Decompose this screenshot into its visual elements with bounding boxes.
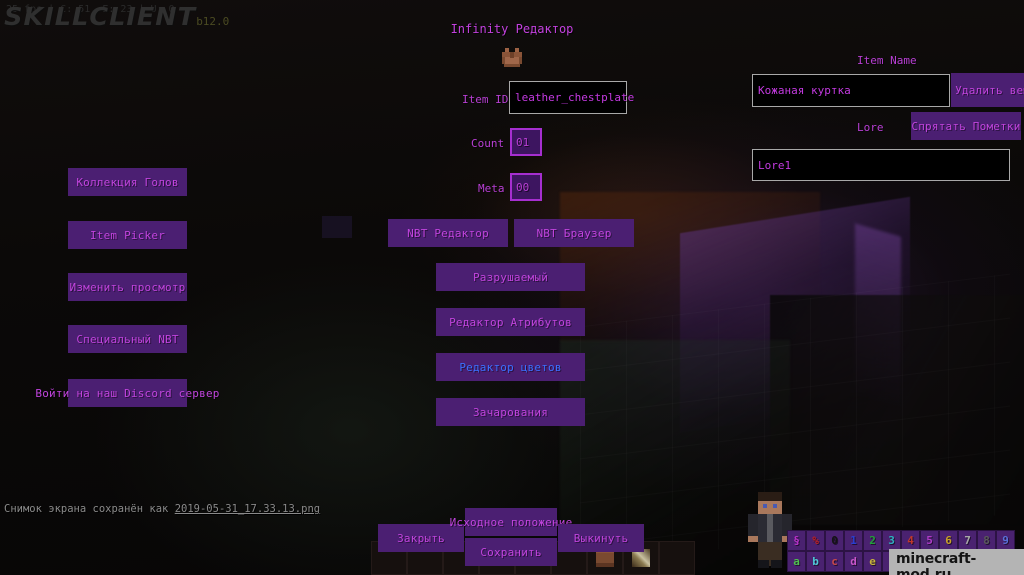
player-shoe-left [758,560,769,568]
color-palette-row-1: §% 0 1 2 3 4 5 6 7 8 9 [787,530,1015,551]
enchantments-button[interactable]: Зачарования [436,398,585,426]
item-id-input[interactable]: leather_chestplate [509,81,634,114]
item-name-input[interactable]: Кожаная куртка [752,74,950,107]
count-label: Count [471,137,505,150]
color-code-key-5[interactable]: 3 [882,530,901,551]
minecraft-gui-screen: 25 fps | C: 51, E: 23 | U: 0 SKILLCLIENT… [0,0,1024,575]
nbt-browser-button[interactable]: NBT Браузер [514,219,634,247]
item-name-value: Кожаная куртка [758,84,851,97]
color-code-key-4[interactable]: 2 [863,530,882,551]
color-code-key-10[interactable]: 8 [977,530,996,551]
color-code-key-2[interactable]: c [825,551,844,572]
attribute-editor-button[interactable]: Редактор Атрибутов [436,308,585,336]
background-portal [680,196,910,434]
drop-button[interactable]: Выкинуть [558,524,644,552]
color-code-key-1[interactable]: b [806,551,825,572]
color-code-key-8[interactable]: 6 [939,530,958,551]
color-code-key-7[interactable]: 5 [920,530,939,551]
delete-item-button[interactable]: Удалить вещь [951,73,1024,107]
save-button[interactable]: Сохранить [465,538,557,566]
color-editor-button[interactable]: Редактор цветов [436,353,585,381]
nbt-editor-button[interactable]: NBT Редактор [388,219,508,247]
discord-invite-button[interactable]: Войти на наш Discord сервер [35,379,219,407]
background-rocks [770,295,1024,525]
player-eye-right [773,504,777,508]
lore-label: Lore [857,121,884,134]
color-code-key-4[interactable]: e [863,551,882,572]
color-code-key-9[interactable]: 7 [958,530,977,551]
background-dark-block [322,216,352,238]
hide-flags-button[interactable]: Спрятать Пометки [911,112,1021,140]
meta-value: 00 [516,180,530,194]
player-eye-left [763,504,767,508]
player-hair [758,492,782,501]
meta-input[interactable]: 00 [510,173,542,201]
screenshot-filename-link[interactable]: 2019-05-31_17.33.13.png [175,503,320,515]
item-id-value: leather_chestplate [515,91,635,104]
leather-chestplate-icon [502,48,522,69]
head-collection-button[interactable]: Коллекция Голов [68,168,187,196]
player-shirt-stripe [767,514,773,542]
meta-label: Meta [478,182,505,195]
color-code-key-11[interactable]: 9 [996,530,1015,551]
color-code-key-0[interactable]: § [787,530,806,551]
reset-position-button[interactable]: Исходное положение [450,508,572,536]
special-nbt-button[interactable]: Специальный NBT [68,325,187,353]
player-hand-left [748,536,758,542]
item-picker-button[interactable]: Item Picker [68,221,187,249]
site-watermark: minecraft-mod.ru [889,549,1024,575]
color-code-key-1[interactable]: % [806,530,825,551]
screenshot-toast-prefix: Снимок экрана сохранён как [4,503,175,515]
color-code-key-3[interactable]: d [844,551,863,572]
player-face [758,501,782,514]
screenshot-saved-toast: Снимок экрана сохранён как 2019-05-31_17… [4,503,320,515]
change-view-button[interactable]: Изменить просмотр [68,273,187,301]
item-id-label: Item ID [462,93,509,106]
background-portal-edge [855,223,901,407]
item-name-label: Item Name [857,54,917,67]
lore-input[interactable]: Lore1 [752,149,1010,181]
hotbar-slot[interactable] [659,541,695,575]
color-code-key-0[interactable]: a [787,551,806,572]
color-code-key-3[interactable]: 1 [844,530,863,551]
breakable-button[interactable]: Разрушаемый [436,263,585,291]
page-title: Infinity Редактор [450,22,574,36]
background-wall [560,192,820,342]
player-shoe-right [771,560,782,568]
color-code-key-6[interactable]: 4 [901,530,920,551]
count-input[interactable]: 01 [510,128,542,156]
lore-value: Lore1 [758,158,792,172]
count-value: 01 [516,135,530,149]
color-code-key-2[interactable]: 0 [825,530,844,551]
